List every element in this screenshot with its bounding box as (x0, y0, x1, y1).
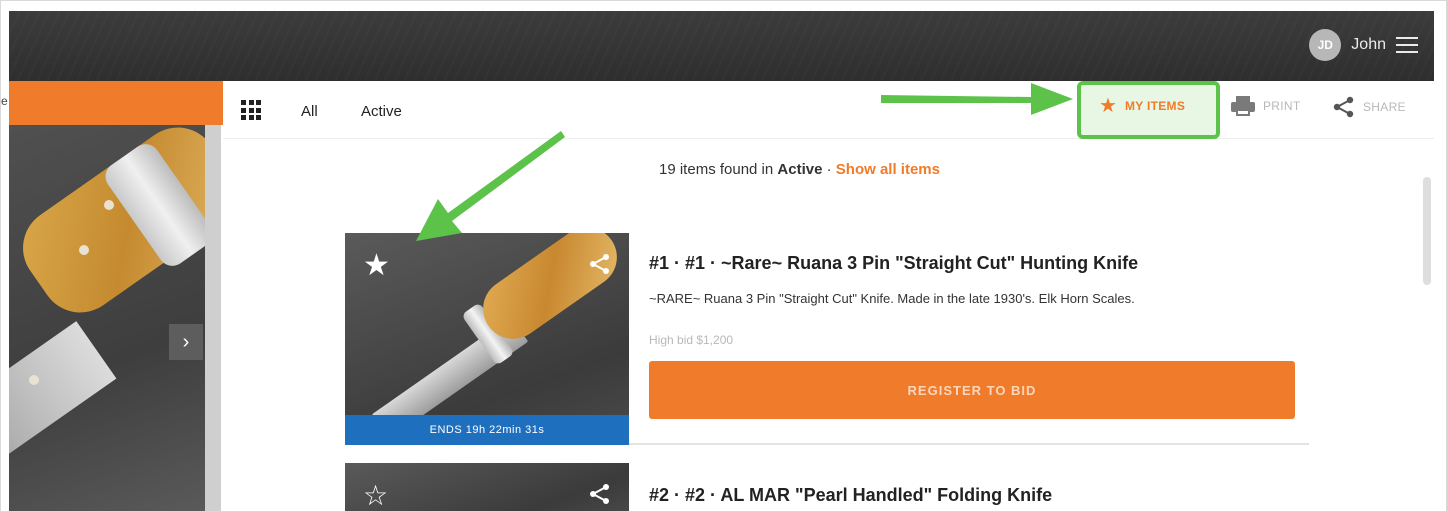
top-bar-texture (9, 11, 1434, 81)
share-button[interactable]: SHARE (1333, 96, 1406, 118)
rivet (79, 245, 89, 255)
item-description: ~RARE~ Ruana 3 Pin "Straight Cut" Knife.… (649, 291, 1135, 306)
user-menu[interactable]: JD John (1309, 29, 1418, 61)
results-summary: 19 items found in Active · Show all item… (659, 161, 940, 178)
printer-icon (1231, 96, 1255, 116)
favorite-star-icon[interactable]: ★ (363, 251, 390, 281)
left-edge-text: e (1, 94, 8, 108)
tab-all[interactable]: All (301, 103, 318, 120)
print-label: PRINT (1263, 99, 1301, 113)
item-image-gallery[interactable] (9, 125, 205, 511)
left-orange-bar (9, 81, 223, 125)
my-items-label: MY ITEMS (1124, 99, 1186, 113)
item-thumbnail[interactable]: ★ ENDS 19h 22min 31s (345, 233, 629, 445)
rivet (104, 200, 114, 210)
chevron-right-icon: › (182, 330, 190, 353)
hamburger-menu-icon[interactable] (1396, 37, 1418, 53)
item-thumbnail[interactable]: ☆ (345, 463, 629, 511)
my-items-button[interactable]: ★ MY ITEMS (1099, 96, 1185, 116)
results-scrollbar[interactable] (1423, 177, 1431, 285)
knife-handle-image (471, 233, 629, 351)
list-item[interactable]: ★ ENDS 19h 22min 31s #1 · #1 · ~Rare~ Ru… (345, 233, 1309, 445)
print-button[interactable]: PRINT (1231, 96, 1301, 116)
top-bar: JD John (9, 11, 1434, 81)
show-all-items-link[interactable]: Show all items (836, 161, 940, 178)
gallery-scrollbar[interactable] (205, 125, 221, 511)
share-icon (1333, 96, 1354, 118)
list-item[interactable]: ☆ #2 · #2 · AL MAR "Pearl Handled" Foldi… (345, 463, 1309, 511)
knife-blade-image (9, 321, 117, 459)
item-title[interactable]: #2 · #2 · AL MAR "Pearl Handled" Folding… (649, 485, 1052, 506)
grid-view-icon[interactable] (241, 100, 261, 120)
app-frame: JD John e › All Active ★ MY ITEMS PRINT … (0, 0, 1447, 512)
user-name[interactable]: John (1351, 36, 1386, 54)
share-icon[interactable] (589, 483, 611, 505)
results-separator: · (826, 161, 832, 178)
results-count: 19 items found in (659, 161, 774, 178)
gallery-next-button[interactable]: › (169, 324, 203, 360)
register-to-bid-button[interactable]: REGISTER TO BID (649, 361, 1295, 419)
auction-end-timer: ENDS 19h 22min 31s (345, 415, 629, 445)
annotation-arrow-down-left-icon (416, 131, 565, 241)
share-label: SHARE (1363, 100, 1406, 114)
annotation-arrow-right-icon (881, 83, 1073, 115)
avatar[interactable]: JD (1309, 29, 1342, 61)
high-bid: High bid $1,200 (649, 333, 734, 347)
rivet (29, 375, 39, 385)
results-filter: Active (777, 161, 823, 178)
share-icon[interactable] (589, 253, 611, 275)
tab-active[interactable]: Active (361, 103, 402, 120)
favorite-star-outline-icon[interactable]: ☆ (363, 481, 388, 511)
star-icon: ★ (1099, 95, 1117, 117)
item-title[interactable]: #1 · #1 · ~Rare~ Ruana 3 Pin "Straight C… (649, 253, 1138, 274)
